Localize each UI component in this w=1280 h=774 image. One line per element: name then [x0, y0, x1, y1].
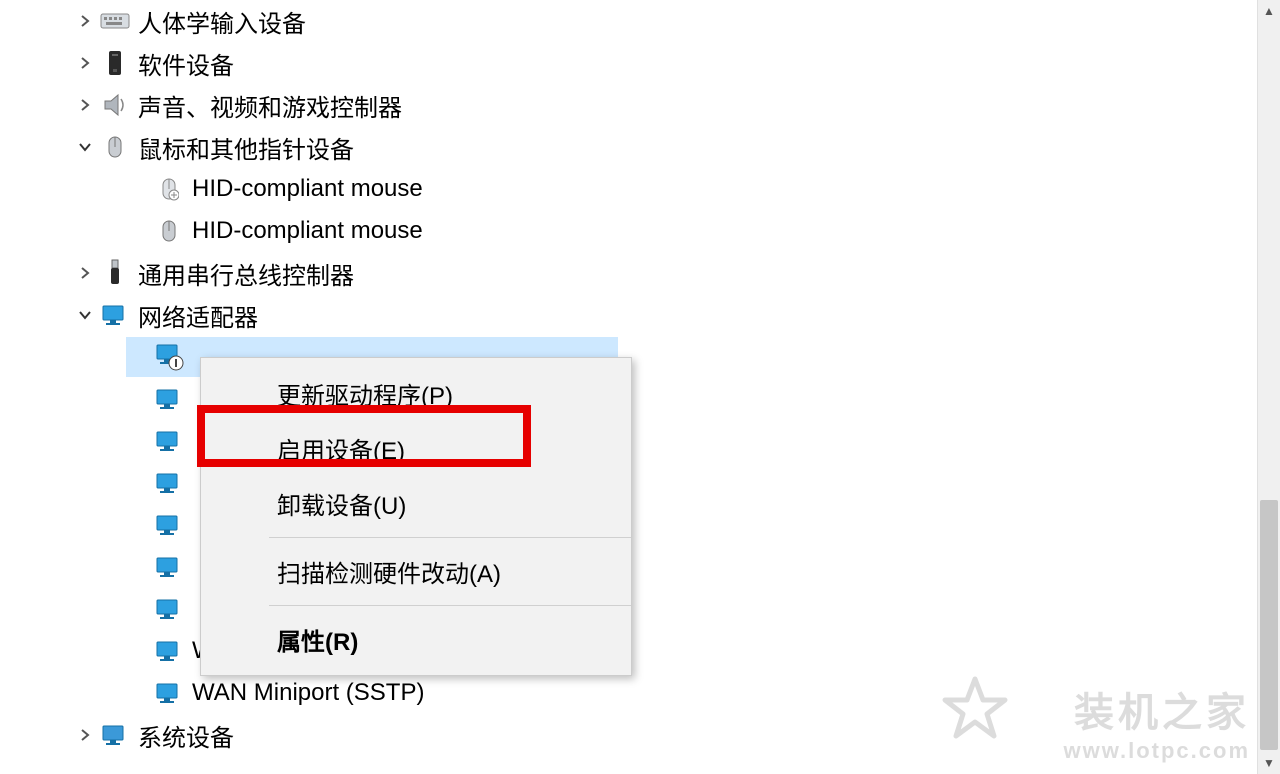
expand-icon[interactable] — [72, 14, 98, 28]
mouse-icon — [152, 175, 186, 203]
network-icon — [152, 428, 186, 454]
menu-item-label: 属性(R) — [277, 629, 358, 656]
watermark: 装机之家 www.lotpc.com — [1063, 680, 1250, 764]
menu-separator — [269, 605, 631, 606]
computer-icon — [98, 722, 132, 748]
network-icon — [152, 470, 186, 496]
tree-item-label: 鼠标和其他指针设备 — [132, 130, 354, 165]
scroll-thumb[interactable] — [1260, 500, 1278, 750]
tree-item-label: HID-compliant mouse — [186, 217, 423, 245]
expand-icon[interactable] — [72, 728, 98, 742]
context-menu: 更新驱动程序(P) 启用设备(E) 卸载设备(U) 扫描检测硬件改动(A) 属性… — [200, 357, 632, 676]
network-icon — [152, 596, 186, 622]
menu-properties[interactable]: 属性(R) — [201, 612, 631, 667]
network-icon — [98, 302, 132, 328]
watermark-title: 装机之家 — [1074, 691, 1250, 735]
menu-separator — [269, 537, 631, 538]
tree-item-label: 声音、视频和游戏控制器 — [132, 88, 402, 123]
network-icon — [152, 638, 186, 664]
tree-item-hid-mouse-2[interactable]: HID-compliant mouse — [0, 210, 1240, 252]
watermark-star-icon — [940, 674, 1010, 744]
menu-item-label: 启用设备(E) — [277, 438, 405, 465]
tree-item-label: 人体学输入设备 — [132, 4, 306, 39]
expand-icon[interactable] — [72, 56, 98, 70]
tree-item-label: WAN Miniport (SSTP) — [186, 679, 424, 707]
menu-item-label: 扫描检测硬件改动(A) — [277, 561, 501, 588]
collapse-icon[interactable] — [72, 308, 98, 322]
watermark-url: www.lotpc.com — [1063, 738, 1250, 764]
network-icon — [152, 386, 186, 412]
menu-item-label: 更新驱动程序(P) — [277, 383, 453, 410]
menu-update-driver[interactable]: 更新驱动程序(P) — [201, 366, 631, 421]
tree-item-label: 软件设备 — [132, 46, 234, 81]
network-icon — [152, 512, 186, 538]
scroll-down-icon[interactable]: ▼ — [1258, 752, 1280, 774]
tree-item-label: HID-compliant mouse — [186, 175, 423, 203]
tree-item-label: 系统设备 — [132, 718, 234, 753]
menu-item-label: 卸载设备(U) — [277, 493, 406, 520]
tower-icon — [98, 49, 132, 77]
network-disabled-icon — [152, 343, 186, 371]
network-icon — [152, 554, 186, 580]
expand-icon[interactable] — [72, 98, 98, 112]
speaker-icon — [98, 91, 132, 119]
tree-item-sound-video-game[interactable]: 声音、视频和游戏控制器 — [0, 84, 1240, 126]
collapse-icon[interactable] — [72, 140, 98, 154]
tree-item-network-adapters[interactable]: 网络适配器 — [0, 294, 1240, 336]
keyboard-icon — [98, 10, 132, 32]
network-icon — [152, 680, 186, 706]
menu-uninstall-device[interactable]: 卸载设备(U) — [201, 476, 631, 531]
tree-item-wan-sstp[interactable]: WAN Miniport (SSTP) — [0, 672, 1240, 714]
mouse-icon — [152, 217, 186, 245]
tree-item-system-devices[interactable]: 系统设备 — [0, 714, 1240, 756]
scroll-up-icon[interactable]: ▲ — [1258, 0, 1280, 22]
menu-scan-hardware[interactable]: 扫描检测硬件改动(A) — [201, 544, 631, 599]
tree-item-label: 网络适配器 — [132, 298, 258, 333]
usb-icon — [98, 258, 132, 288]
mouse-icon — [98, 133, 132, 161]
menu-enable-device[interactable]: 启用设备(E) — [201, 421, 631, 476]
tree-item-hid-mouse-1[interactable]: HID-compliant mouse — [0, 168, 1240, 210]
tree-item-usb-controllers[interactable]: 通用串行总线控制器 — [0, 252, 1240, 294]
tree-item-hid-devices[interactable]: 人体学输入设备 — [0, 0, 1240, 42]
expand-icon[interactable] — [72, 266, 98, 280]
vertical-scrollbar[interactable]: ▲ ▼ — [1257, 0, 1280, 774]
tree-item-label: 通用串行总线控制器 — [132, 256, 354, 291]
tree-item-mice-pointing[interactable]: 鼠标和其他指针设备 — [0, 126, 1240, 168]
tree-item-software-devices[interactable]: 软件设备 — [0, 42, 1240, 84]
